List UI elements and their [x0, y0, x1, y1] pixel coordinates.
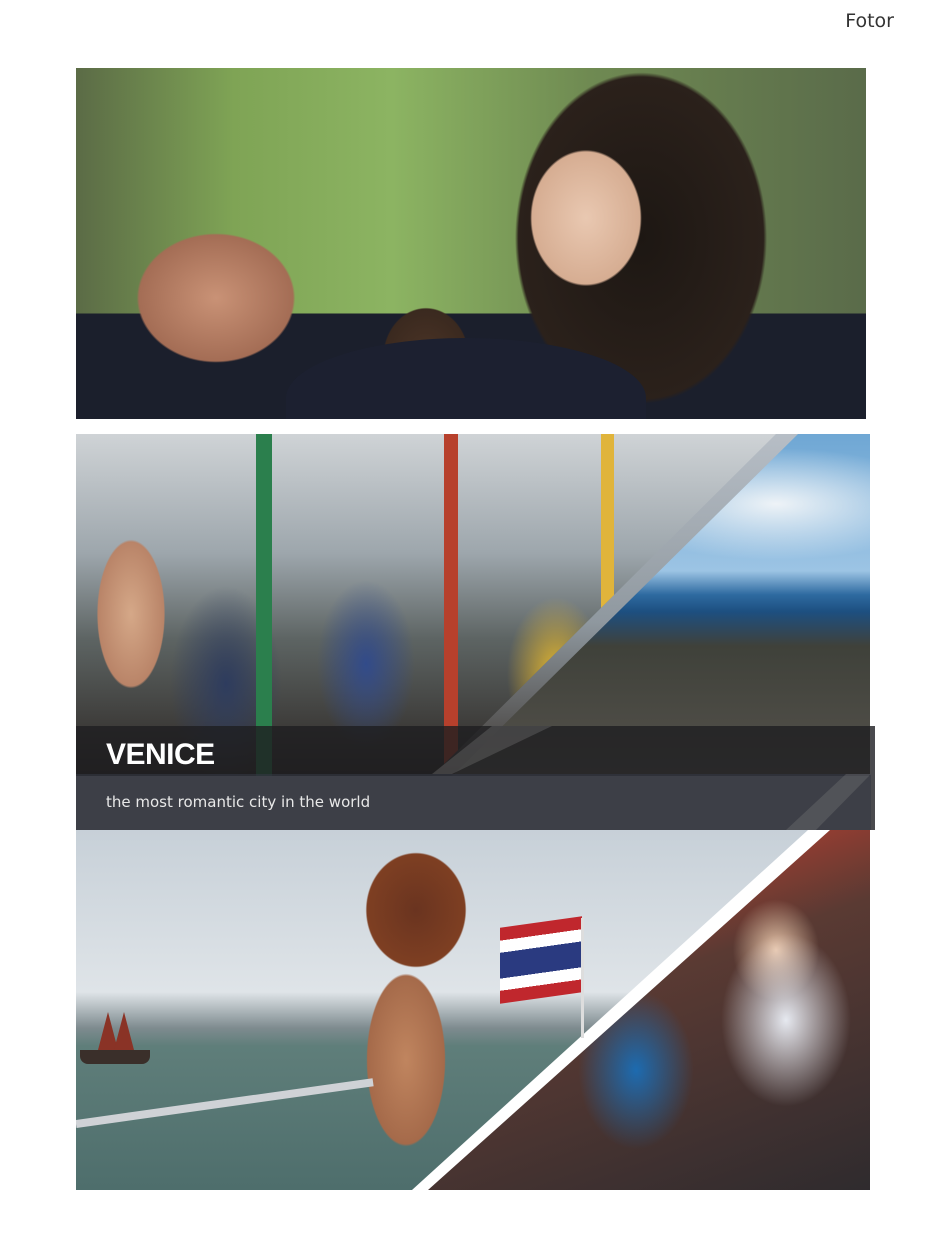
- photo-group-collage[interactable]: [76, 434, 870, 776]
- brand-logo: Fotor: [845, 10, 894, 32]
- caption-edge: [871, 726, 875, 830]
- boat-sail: [114, 1012, 134, 1050]
- photo-boat-collage[interactable]: [76, 830, 870, 1190]
- flag-detail: [500, 916, 582, 1004]
- flag-pole: [581, 918, 584, 1038]
- photo-hand-detail: [76, 494, 186, 734]
- photo-detail: [286, 338, 646, 419]
- caption-subtitle: the most romantic city in the world: [106, 793, 371, 811]
- caption-title: VENICE: [106, 738, 215, 771]
- photo-girl-with-monkey[interactable]: [76, 68, 866, 419]
- boat-hull: [80, 1050, 150, 1064]
- caption-banner: VENICE the most romantic city in the wor…: [76, 726, 875, 830]
